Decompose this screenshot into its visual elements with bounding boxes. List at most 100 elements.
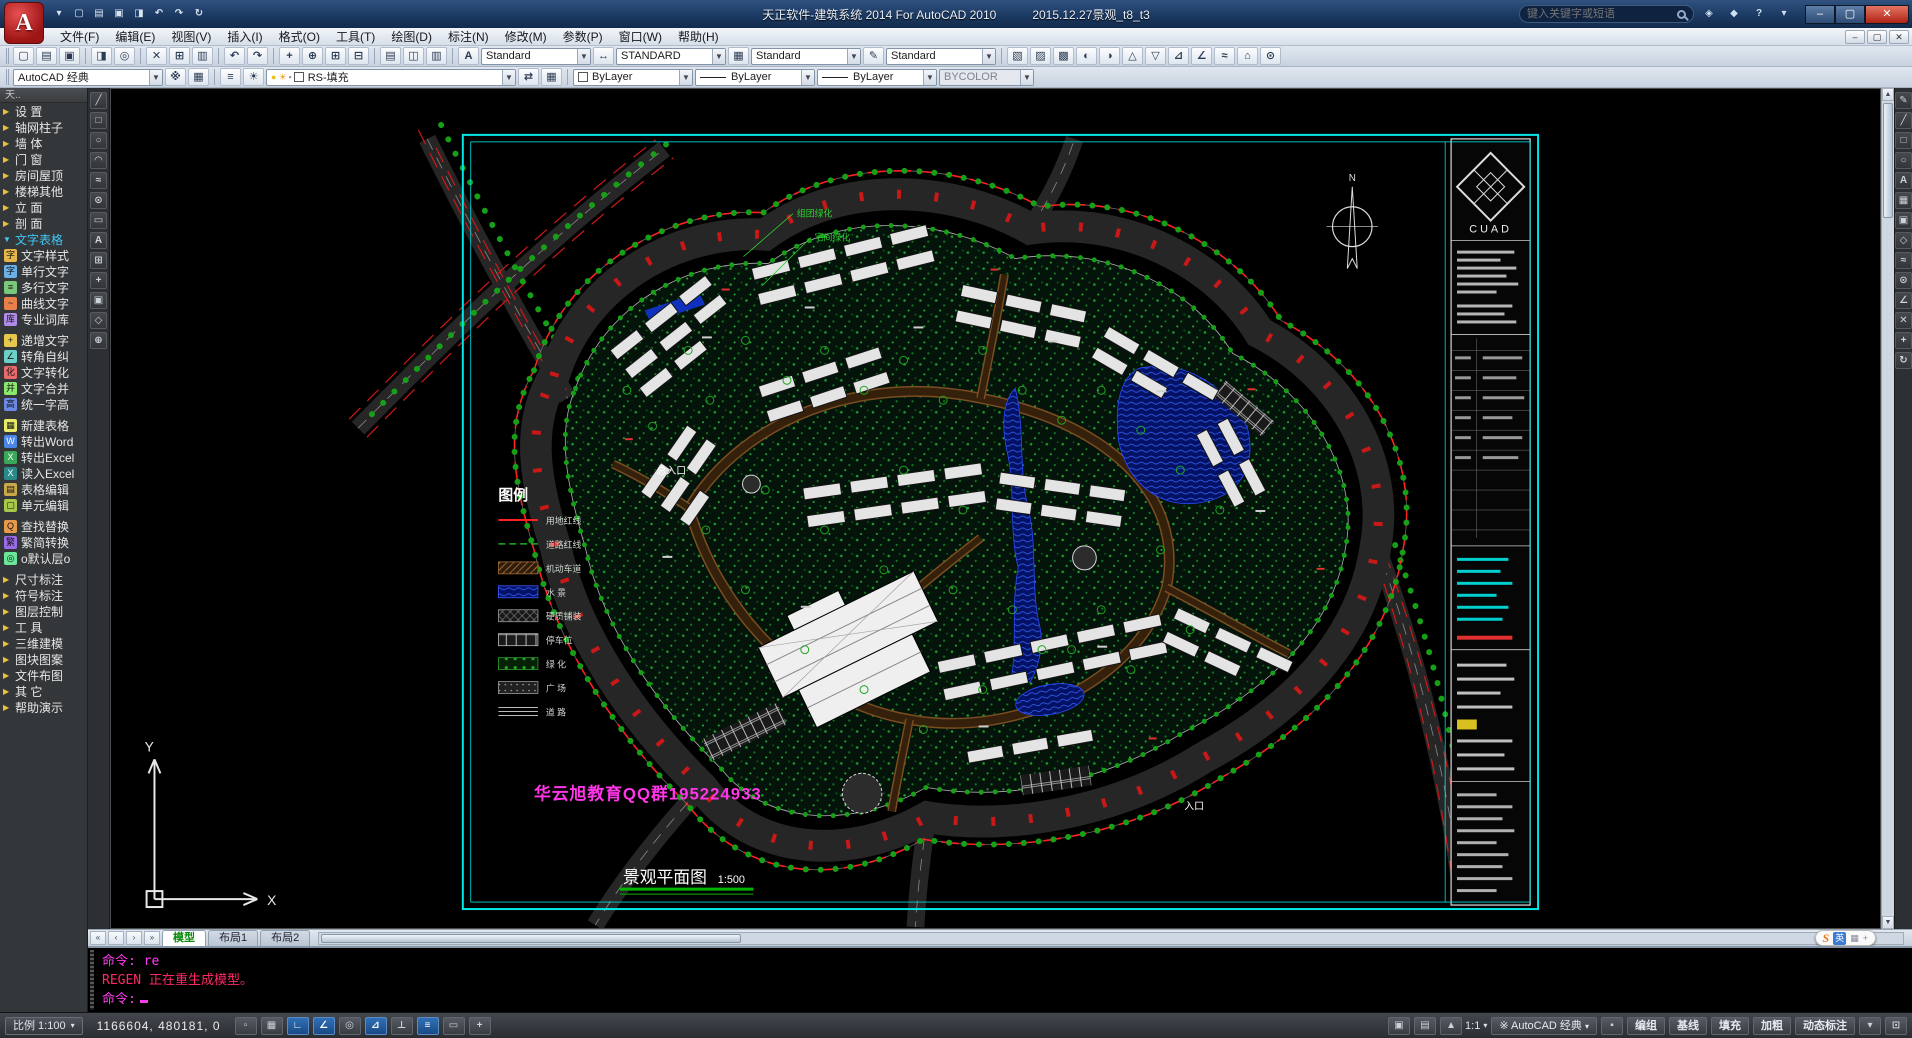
text-tool-icon[interactable]: A <box>90 232 107 249</box>
language-mode-icon[interactable]: 英 <box>1833 932 1846 945</box>
lwt-toggle[interactable]: ▭ <box>443 1017 465 1035</box>
scroll-down-icon[interactable]: ▼ <box>1882 916 1894 929</box>
menu-file[interactable]: 文件(F) <box>52 28 107 46</box>
sidebar-item-import-excel[interactable]: X读入Excel <box>0 465 87 481</box>
close-button[interactable]: ✕ <box>1865 5 1909 24</box>
circle-tool-icon[interactable]: ○ <box>90 132 107 149</box>
draw-tool-icon[interactable]: ✎ <box>1895 92 1912 109</box>
keyboard-icon[interactable]: ▦ <box>1850 933 1859 944</box>
menu-parameters[interactable]: 参数(P) <box>555 28 611 46</box>
layer-lock-icon[interactable]: ▪ <box>289 72 292 82</box>
sidebar-item-find-replace[interactable]: Q查找替换 <box>0 518 87 534</box>
move-tool-icon[interactable]: + <box>1895 332 1912 349</box>
rotate-tool-icon[interactable]: ↻ <box>1895 352 1912 369</box>
copy-icon[interactable]: ⊞ <box>169 47 190 65</box>
dyn-toggle[interactable]: ≡ <box>417 1017 439 1035</box>
sidebar-item-word-library[interactable]: 库专业词库 <box>0 311 87 327</box>
diamond-tool-icon[interactable]: ◇ <box>90 312 107 329</box>
sidebar-group-axis-grid[interactable]: ▶轴网柱子 <box>0 119 87 135</box>
layout-space-icon[interactable]: ▤ <box>1414 1017 1436 1035</box>
sidebar-group-tools[interactable]: ▶工 具 <box>0 619 87 635</box>
sidebar-item-angle-correct[interactable]: ∠转角自纠 <box>0 348 87 364</box>
qat-customize-icon[interactable]: ▾ <box>50 6 68 22</box>
undo-icon[interactable]: ↶ <box>224 47 245 65</box>
tab-last-icon[interactable]: » <box>144 931 160 945</box>
home-view-icon[interactable]: ⌂ <box>1237 47 1258 65</box>
sidebar-group-room-roof[interactable]: ▶房间屋顶 <box>0 167 87 183</box>
search-icon[interactable] <box>1677 10 1686 19</box>
text-style-combo[interactable]: Standard▼ <box>481 48 591 65</box>
new-file-icon[interactable]: ▢ <box>13 47 34 65</box>
text-style-icon[interactable]: A <box>458 47 479 65</box>
cut-icon[interactable]: ✕ <box>146 47 167 65</box>
communication-center-icon[interactable]: ◈ <box>1699 6 1719 22</box>
save-icon[interactable]: ▣ <box>110 6 128 22</box>
arc-tool-icon[interactable]: ◑ <box>1099 47 1120 65</box>
sidebar-group-text-table[interactable]: ▼文字表格 <box>0 231 87 247</box>
workspace-switcher[interactable]: ※ AutoCAD 经典 ▾ <box>1491 1017 1597 1035</box>
point-tool-icon[interactable]: ⊙ <box>1895 272 1912 289</box>
sidebar-item-single-text[interactable]: 字单行文字 <box>0 263 87 279</box>
chevron-down-icon[interactable]: ▼ <box>679 70 692 85</box>
redo-icon[interactable]: ↷ <box>247 47 268 65</box>
mdi-minimize-button[interactable]: – <box>1845 30 1865 44</box>
chevron-down-icon[interactable]: ▼ <box>923 70 936 85</box>
maximize-button[interactable]: ▢ <box>1835 5 1865 24</box>
grid-settings-icon[interactable]: ▦ <box>188 68 209 86</box>
clean-screen-icon[interactable]: ⊡ <box>1885 1017 1907 1035</box>
table-style-icon[interactable]: ▦ <box>728 47 749 65</box>
text-tool-icon[interactable]: A <box>1895 172 1912 189</box>
spline-tool-icon[interactable]: ≈ <box>1895 252 1912 269</box>
workspace-combo[interactable]: AutoCAD 经典▼ <box>13 69 163 86</box>
region-icon[interactable]: ▩ <box>1053 47 1074 65</box>
menu-insert[interactable]: 插入(I) <box>219 28 270 46</box>
group-toggle-button[interactable]: 编组 <box>1627 1017 1665 1035</box>
menu-window[interactable]: 窗口(W) <box>611 28 670 46</box>
layer-on-icon[interactable]: ● <box>271 72 276 82</box>
tab-layout1[interactable]: 布局1 <box>208 930 258 946</box>
paste-icon[interactable]: ▥ <box>192 47 213 65</box>
chevron-down-icon[interactable]: ▼ <box>712 49 725 64</box>
properties-icon[interactable]: ▤ <box>380 47 401 65</box>
snap-toggle[interactable]: ▫ <box>235 1017 257 1035</box>
sidebar-group-stairs[interactable]: ▶楼梯其他 <box>0 183 87 199</box>
sidebar-group-layer-control[interactable]: ▶图层控制 <box>0 603 87 619</box>
chevron-down-icon[interactable]: ▼ <box>801 70 814 85</box>
sidebar-group-elevation[interactable]: ▶立 面 <box>0 199 87 215</box>
spline-icon[interactable]: ≈ <box>1214 47 1235 65</box>
application-menu-button[interactable]: A <box>4 2 44 44</box>
polyline-tool-icon[interactable]: □ <box>90 112 107 129</box>
design-center-icon[interactable]: ◫ <box>403 47 424 65</box>
mleader-style-combo[interactable]: Standard▼ <box>886 48 996 65</box>
color-combo[interactable]: ByLayer▼ <box>573 69 693 86</box>
fill-toggle-button[interactable]: 填充 <box>1711 1017 1749 1035</box>
menu-help[interactable]: 帮助(H) <box>670 28 727 46</box>
help-icon[interactable]: ? <box>1749 6 1769 22</box>
gradient-icon[interactable]: ▨ <box>1030 47 1051 65</box>
panel-arrow-icon[interactable]: ▾ <box>1774 6 1794 22</box>
sidebar-item-convert-traditional[interactable]: 繁繁简转换 <box>0 534 87 550</box>
lineweight-combo[interactable]: ByLayer▼ <box>817 69 937 86</box>
plot-icon[interactable]: ◨ <box>130 6 148 22</box>
block-tool-icon[interactable]: ▣ <box>90 292 107 309</box>
triangle-tool-icon[interactable]: ▽ <box>1145 47 1166 65</box>
table-tool-icon[interactable]: ▦ <box>1895 192 1912 209</box>
sidebar-item-cell-edit[interactable]: ▢单元编辑 <box>0 497 87 513</box>
point-style-icon[interactable]: ⊙ <box>1260 47 1281 65</box>
open-file-icon[interactable]: ▤ <box>36 47 57 65</box>
table-style-combo[interactable]: Standard▼ <box>751 48 861 65</box>
bold-line-toggle-button[interactable]: 加粗 <box>1753 1017 1791 1035</box>
sidebar-group-wall[interactable]: ▶墙 体 <box>0 135 87 151</box>
pan-icon[interactable]: + <box>279 47 300 65</box>
lock-toggle-icon[interactable]: ▪ <box>1601 1017 1623 1035</box>
workspace-settings-icon[interactable]: ※ <box>165 68 186 86</box>
sidebar-group-other[interactable]: ▶其 它 <box>0 683 87 699</box>
undo-icon[interactable]: ↶ <box>150 6 168 22</box>
ime-settings-icon[interactable]: + <box>1863 933 1868 943</box>
menu-format[interactable]: 格式(O) <box>271 28 328 46</box>
chevron-down-icon[interactable]: ▼ <box>982 49 995 64</box>
tab-prev-icon[interactable]: ‹ <box>108 931 124 945</box>
block-tool-icon[interactable]: ▣ <box>1895 212 1912 229</box>
sidebar-item-mtext[interactable]: ≡多行文字 <box>0 279 87 295</box>
polygon-tool-icon[interactable]: △ <box>1122 47 1143 65</box>
